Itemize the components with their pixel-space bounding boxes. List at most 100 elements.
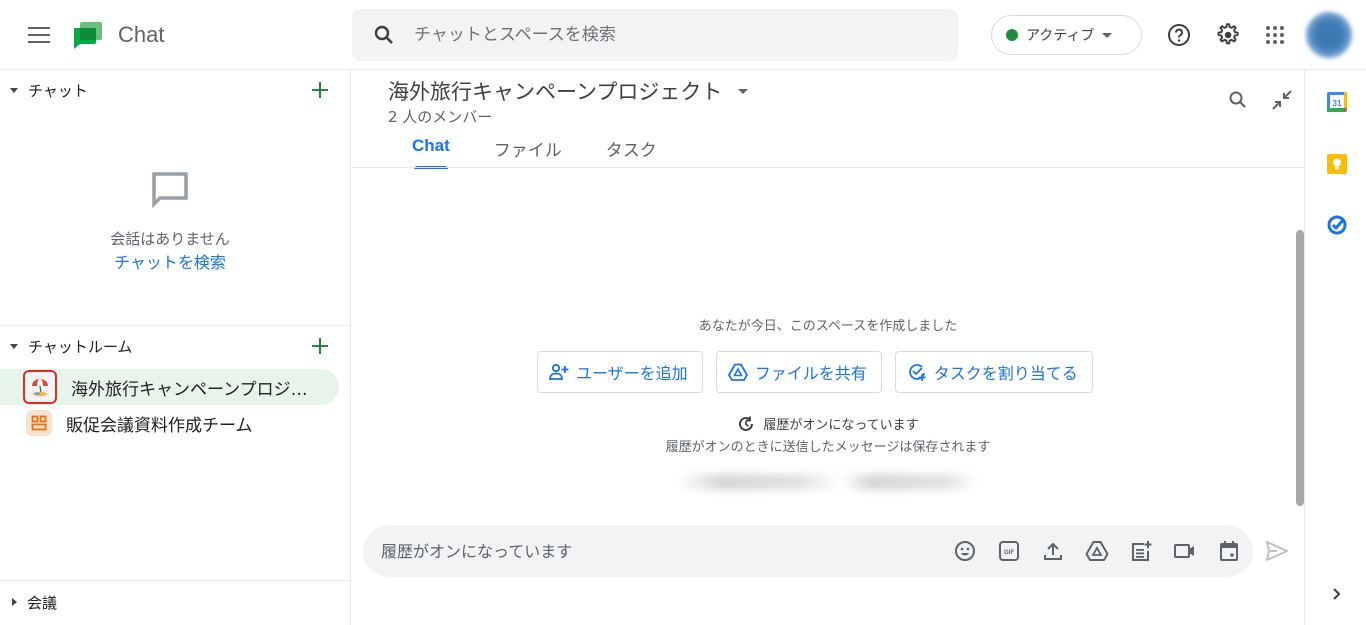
calendar-app-button[interactable]: 31 [1325, 90, 1349, 114]
status-label: アクティブ [1026, 28, 1095, 44]
share-file-button[interactable]: ファイルを共有 [715, 351, 882, 393]
space-search-button[interactable] [1226, 88, 1250, 112]
app-name: Chat [118, 22, 165, 47]
gif-button[interactable]: GIF [997, 539, 1021, 563]
expand-side-panel-button[interactable] [1325, 582, 1349, 606]
side-apps-panel: 31 [1304, 70, 1366, 625]
drive-icon [1085, 541, 1109, 561]
help-icon [1168, 24, 1190, 46]
add-user-label: ユーザーを追加 [576, 364, 688, 383]
chevron-down-icon [738, 88, 749, 94]
chat-bubble-icon [152, 172, 188, 209]
space-panel: 海外旅行キャンペーンプロジェクト 2 人のメンバー Chat ファイル タスク … [352, 70, 1304, 625]
keep-icon [1327, 154, 1347, 174]
create-doc-icon [1132, 541, 1152, 561]
search-icon [374, 25, 393, 44]
tasks-icon [1327, 215, 1347, 235]
upload-button[interactable] [1041, 539, 1065, 563]
rooms-section-title: チャットルーム [28, 337, 133, 356]
team-icon [26, 410, 52, 436]
empty-chat-message: 会話はありません [110, 230, 230, 248]
calendar-event-icon [1220, 541, 1238, 561]
calendar-event-button[interactable] [1217, 539, 1241, 563]
message-input[interactable] [381, 541, 921, 561]
empty-chat-state: 会話はありません チャットを検索 [0, 170, 340, 273]
history-status: 履歴がオンになっています [352, 414, 1304, 433]
plus-icon [312, 82, 328, 98]
section-divider [0, 580, 351, 581]
search-chat-link[interactable]: チャットを検索 [0, 249, 340, 273]
room-name: 販促会議資料作成チーム [66, 415, 253, 436]
scrollbar[interactable] [1296, 230, 1304, 506]
collapse-arrows-icon [1272, 90, 1292, 110]
chevron-down-icon [1102, 32, 1113, 38]
status-dot [1006, 29, 1018, 41]
emoji-icon [955, 541, 975, 561]
add-person-icon [548, 361, 570, 383]
sidebar: チャット 会話はありません チャットを検索 チャットルーム 海外旅行キャンペーン… [0, 70, 351, 625]
tab-tasks[interactable]: タスク [606, 136, 657, 169]
apps-grid-icon [1266, 26, 1284, 44]
room-item-sales-meeting[interactable]: 販促会議資料作成チーム [0, 405, 339, 441]
apps-button[interactable] [1260, 20, 1290, 50]
tab-chat[interactable]: Chat [412, 136, 450, 169]
collapse-arrow-icon [10, 343, 18, 349]
header-divider [352, 167, 1304, 168]
chat-section-title: チャット [28, 81, 88, 100]
meetings-section-header[interactable]: 会議 [0, 582, 351, 622]
space-title-dropdown[interactable]: 海外旅行キャンペーンプロジェクト [388, 76, 749, 106]
expand-arrow-icon [12, 598, 17, 606]
upload-icon [1044, 542, 1062, 560]
video-meeting-button[interactable] [1173, 539, 1197, 563]
top-bar: Chat アクティブ [0, 0, 1366, 70]
history-icon [739, 416, 754, 431]
settings-button[interactable] [1212, 20, 1242, 50]
menu-icon [28, 27, 50, 43]
member-count[interactable]: 2 人のメンバー [388, 106, 492, 127]
settings-icon [1217, 23, 1239, 45]
add-user-button[interactable]: ユーザーを追加 [537, 351, 703, 393]
main-menu-button[interactable] [24, 20, 54, 50]
space-title: 海外旅行キャンペーンプロジェクト [388, 80, 723, 104]
video-meeting-icon [1174, 544, 1194, 558]
send-button[interactable] [1264, 538, 1290, 564]
account-avatar[interactable] [1306, 12, 1352, 58]
chat-logo-icon [74, 22, 102, 49]
svg-text:GIF: GIF [1004, 550, 1014, 556]
share-file-label: ファイルを共有 [754, 364, 867, 383]
assign-task-label: タスクを割り当てる [933, 364, 1078, 383]
tasks-app-button[interactable] [1325, 212, 1349, 236]
beach-umbrella-icon [23, 370, 57, 404]
search-input[interactable] [414, 25, 914, 45]
help-button[interactable] [1164, 20, 1194, 50]
calendar-day: 31 [1333, 99, 1342, 108]
drive-icon [727, 361, 749, 383]
meetings-section-title: 会議 [27, 593, 58, 612]
history-on-label: 履歴がオンになっています [763, 418, 919, 433]
calendar-icon: 31 [1327, 92, 1347, 112]
new-room-button[interactable] [308, 334, 332, 358]
search-bar[interactable] [352, 9, 958, 61]
chevron-right-icon [1333, 588, 1341, 600]
tab-files[interactable]: ファイル [494, 136, 562, 169]
chat-section-header[interactable]: チャット [0, 70, 351, 110]
assign-task-button[interactable]: タスクを割り当てる [894, 351, 1093, 393]
collapse-button[interactable] [1270, 88, 1294, 112]
blurred-text [677, 474, 977, 490]
search-icon [1229, 91, 1246, 108]
room-item-overseas-travel[interactable]: 海外旅行キャンペーンプロジェクト [0, 369, 339, 405]
new-chat-button[interactable] [308, 78, 332, 102]
collapse-arrow-icon [10, 87, 18, 93]
keep-app-button[interactable] [1325, 152, 1349, 176]
history-description: 履歴がオンのときに送信したメッセージは保存されます [665, 440, 991, 455]
drive-button[interactable] [1085, 539, 1109, 563]
plus-icon [312, 338, 328, 354]
emoji-button[interactable] [953, 539, 977, 563]
create-doc-button[interactable] [1129, 539, 1153, 563]
send-icon [1266, 541, 1288, 561]
space-actions: ユーザーを追加 ファイルを共有 タスクを割り当てる [537, 351, 1106, 393]
space-tabs: Chat ファイル タスク [388, 136, 701, 169]
gif-icon: GIF [999, 541, 1019, 561]
status-dropdown[interactable]: アクティブ [991, 15, 1142, 55]
rooms-section-header[interactable]: チャットルーム [0, 326, 351, 366]
